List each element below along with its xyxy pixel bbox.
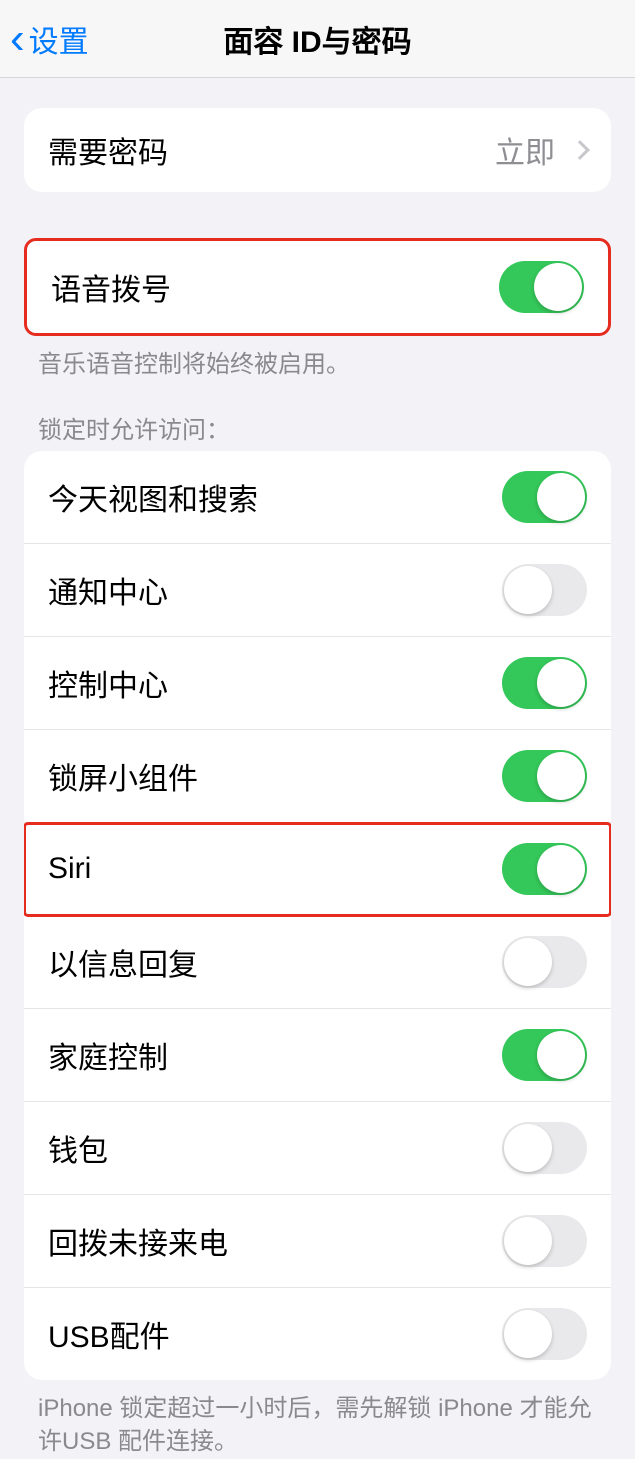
chevron-right-icon: [570, 140, 590, 160]
lock-access-toggle[interactable]: [502, 936, 587, 988]
lock-access-row: 以信息回复: [24, 916, 611, 1009]
toggle-knob: [537, 659, 585, 707]
lock-access-label: 今天视图和搜索: [48, 475, 258, 519]
lock-access-label: 回拨未接来电: [48, 1219, 228, 1263]
toggle-knob: [504, 566, 552, 614]
lock-access-footer: iPhone 锁定超过一小时后，需先解锁 iPhone 才能允许USB 配件连接…: [0, 1380, 635, 1459]
lock-access-label: 以信息回复: [48, 940, 198, 984]
lock-access-toggle[interactable]: [502, 657, 587, 709]
require-passcode-label: 需要密码: [48, 128, 168, 172]
lock-access-label: 锁屏小组件: [48, 754, 198, 798]
lock-access-toggle[interactable]: [502, 1308, 587, 1360]
lock-access-toggle[interactable]: [502, 471, 587, 523]
lock-access-label: Siri: [48, 852, 91, 886]
nav-bar: ‹ 设置 面容 ID与密码: [0, 0, 635, 78]
lock-access-row: 锁屏小组件: [24, 730, 611, 823]
nav-back-button[interactable]: ‹ 设置: [0, 17, 89, 61]
lock-access-toggle[interactable]: [502, 843, 587, 895]
lock-access-toggle[interactable]: [502, 1122, 587, 1174]
toggle-knob: [504, 1310, 552, 1358]
lock-access-row: Siri: [24, 823, 611, 916]
lock-access-header: 锁定时允许访问：: [0, 382, 635, 449]
toggle-knob: [537, 845, 585, 893]
passcode-group: 需要密码 立即: [24, 108, 611, 192]
toggle-knob: [537, 752, 585, 800]
lock-access-toggle[interactable]: [502, 564, 587, 616]
voice-dial-group: 语音拨号: [24, 238, 611, 336]
lock-access-label: 控制中心: [48, 661, 168, 705]
require-passcode-value: 立即: [495, 128, 587, 172]
lock-access-toggle[interactable]: [502, 1029, 587, 1081]
nav-back-label: 设置: [29, 17, 89, 61]
lock-access-row: 钱包: [24, 1102, 611, 1195]
voice-dial-toggle[interactable]: [499, 261, 584, 313]
voice-dial-footer: 音乐语音控制将始终被启用。: [0, 336, 635, 382]
toggle-knob: [504, 1217, 552, 1265]
lock-access-label: 通知中心: [48, 568, 168, 612]
lock-access-label: 钱包: [48, 1126, 108, 1170]
lock-access-label: USB配件: [48, 1312, 170, 1356]
lock-access-label: 家庭控制: [48, 1033, 168, 1077]
voice-dial-label: 语音拨号: [51, 265, 171, 309]
toggle-knob: [504, 938, 552, 986]
lock-access-row: USB配件: [24, 1288, 611, 1380]
lock-access-row: 回拨未接来电: [24, 1195, 611, 1288]
voice-dial-row: 语音拨号: [27, 241, 608, 333]
lock-access-row: 今天视图和搜索: [24, 451, 611, 544]
require-passcode-row[interactable]: 需要密码 立即: [24, 108, 611, 192]
lock-access-row: 通知中心: [24, 544, 611, 637]
lock-access-row: 家庭控制: [24, 1009, 611, 1102]
toggle-knob: [534, 263, 582, 311]
nav-title: 面容 ID与密码: [0, 17, 635, 61]
chevron-left-icon: ‹: [10, 17, 25, 61]
toggle-knob: [504, 1124, 552, 1172]
toggle-knob: [537, 1031, 585, 1079]
lock-access-row: 控制中心: [24, 637, 611, 730]
lock-access-group: 今天视图和搜索通知中心控制中心锁屏小组件 Siri 以信息回复家庭控制钱包回拨未接来…: [24, 451, 611, 1380]
toggle-knob: [537, 473, 585, 521]
require-passcode-value-text: 立即: [495, 128, 555, 172]
lock-access-toggle[interactable]: [502, 1215, 587, 1267]
lock-access-toggle[interactable]: [502, 750, 587, 802]
